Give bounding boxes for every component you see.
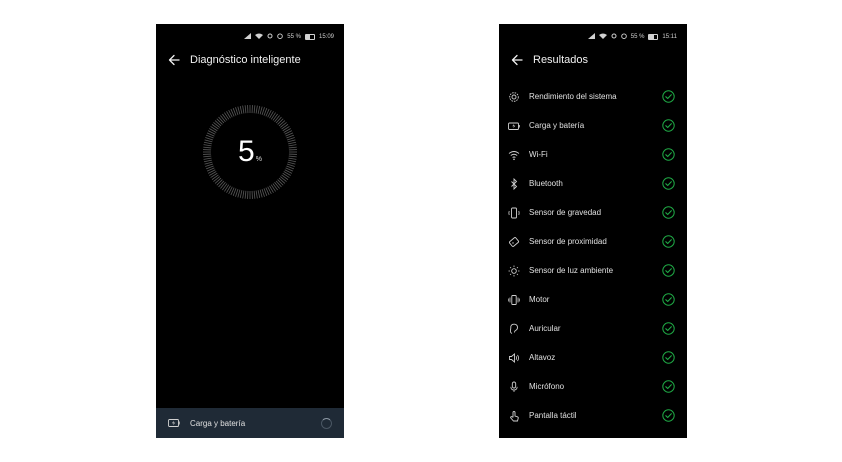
- battery-icon: [508, 122, 520, 130]
- check-circle-icon: [662, 409, 675, 422]
- result-item[interactable]: Carga y batería: [499, 111, 687, 140]
- battery-percent: 55 %: [630, 34, 645, 40]
- status-bar: 55 % 15:11: [587, 33, 677, 41]
- vibration-icon: [508, 294, 520, 305]
- result-label: Sensor de gravedad: [529, 208, 602, 217]
- signal-icon: [244, 33, 252, 41]
- result-item[interactable]: Auricular: [499, 314, 687, 343]
- sun-icon: [508, 265, 520, 276]
- result-label: Bluetooth: [529, 179, 563, 188]
- clock: 15:11: [662, 34, 677, 40]
- clock: 15:09: [318, 34, 334, 40]
- check-circle-icon: [662, 177, 675, 190]
- result-label: Micrófono: [529, 382, 565, 391]
- results-list: Rendimiento del sistema Carga y batería Wi…: [499, 82, 687, 430]
- nfc-icon: [267, 33, 273, 41]
- result-label: Wi-Fi: [529, 150, 548, 159]
- gravity-sensor-icon: [508, 207, 520, 218]
- result-label: Sensor de luz ambiente: [529, 266, 614, 275]
- back-arrow-icon[interactable]: [168, 54, 180, 66]
- result-item[interactable]: Sensor de proximidad: [499, 227, 687, 256]
- signal-icon: [587, 33, 595, 41]
- result-label: Motor: [529, 295, 550, 304]
- proximity-sensor-icon: [508, 236, 520, 247]
- back-arrow-icon[interactable]: [511, 54, 523, 66]
- progress-ring: 5 %: [202, 104, 298, 200]
- battery-percent: 55 %: [287, 34, 301, 40]
- check-circle-icon: [662, 235, 675, 248]
- result-item[interactable]: Micrófono: [499, 372, 687, 401]
- status-bar: 55 % 15:09: [244, 33, 334, 41]
- wifi-status-icon: [255, 33, 264, 41]
- microphone-icon: [510, 381, 518, 392]
- result-label: Auricular: [529, 324, 561, 333]
- result-item[interactable]: Wi-Fi: [499, 140, 687, 169]
- current-test-bar: Carga y batería: [156, 408, 344, 438]
- alarm-icon: [277, 33, 284, 41]
- alarm-icon: [620, 33, 627, 41]
- page-title: Diagnóstico inteligente: [190, 54, 301, 66]
- bluetooth-icon: [511, 177, 518, 190]
- current-test-label: Carga y batería: [190, 418, 246, 428]
- check-circle-icon: [662, 90, 675, 103]
- gear-icon: [509, 91, 519, 102]
- progress-value: 5: [238, 135, 255, 168]
- touch-icon: [510, 410, 519, 421]
- result-item[interactable]: Motor: [499, 285, 687, 314]
- page-title: Resultados: [533, 54, 589, 66]
- check-circle-icon: [662, 119, 675, 132]
- result-label: Altavoz: [529, 353, 556, 362]
- results-screen: 55 % 15:11 Resultados Rendimiento del si…: [499, 24, 687, 438]
- earpiece-icon: [509, 323, 518, 334]
- battery-icon: [168, 419, 180, 427]
- result-label: Sensor de proximidad: [529, 237, 607, 246]
- result-label: Rendimiento del sistema: [529, 92, 617, 101]
- check-circle-icon: [662, 148, 675, 161]
- result-item[interactable]: Rendimiento del sistema: [499, 82, 687, 111]
- result-item[interactable]: Sensor de gravedad: [499, 198, 687, 227]
- result-item[interactable]: Pantalla táctil: [499, 401, 687, 430]
- speaker-icon: [509, 352, 519, 363]
- result-label: Carga y batería: [529, 121, 585, 130]
- wifi-icon: [508, 150, 520, 160]
- result-item[interactable]: Altavoz: [499, 343, 687, 372]
- battery-status-icon: [648, 34, 659, 40]
- result-label: Pantalla táctil: [529, 411, 577, 420]
- progress-unit: %: [255, 155, 262, 163]
- diagnostic-screen: 55 % 15:09 Diagnóstico inteligente 5 % C…: [156, 24, 344, 438]
- result-item[interactable]: Sensor de luz ambiente: [499, 256, 687, 285]
- check-circle-icon: [662, 206, 675, 219]
- wifi-status-icon: [598, 33, 607, 41]
- check-circle-icon: [662, 380, 675, 393]
- check-circle-icon: [662, 322, 675, 335]
- check-circle-icon: [662, 293, 675, 306]
- check-circle-icon: [662, 264, 675, 277]
- check-circle-icon: [662, 351, 675, 364]
- result-item[interactable]: Bluetooth: [499, 169, 687, 198]
- battery-status-icon: [304, 34, 315, 40]
- loading-spinner-icon: [321, 418, 332, 429]
- header: Diagnóstico inteligente: [168, 54, 301, 66]
- header: Resultados: [511, 54, 588, 66]
- nfc-icon: [611, 33, 617, 41]
